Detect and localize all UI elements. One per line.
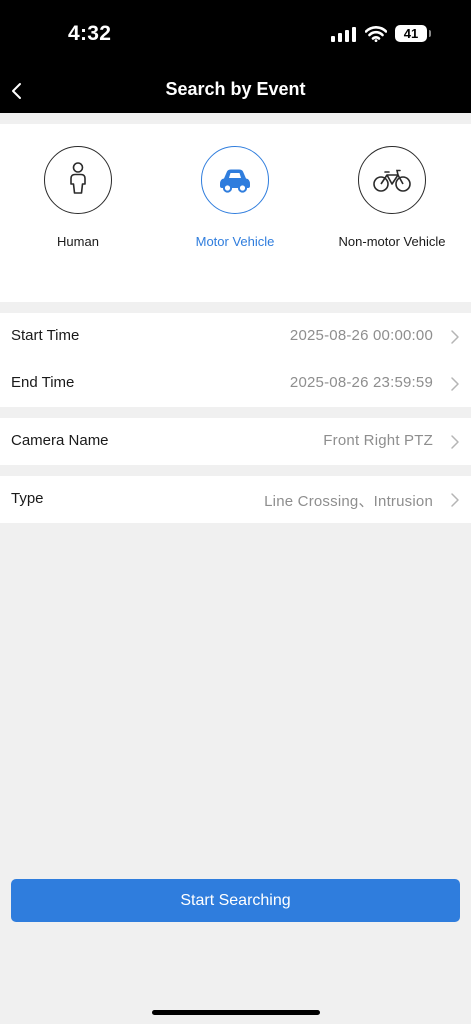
chevron-right-icon [451,435,459,449]
category-non-motor-vehicle-circle [358,146,426,214]
page-title: Search by Event [165,79,306,99]
chevron-right-icon [451,377,459,391]
category-human-label: Human [57,234,99,249]
category-non-motor-vehicle[interactable]: Non-motor Vehicle [312,146,471,249]
bicycle-icon [373,169,411,192]
wifi-icon [365,25,387,42]
camera-name-row[interactable]: Camera Name Front Right PTZ [0,418,471,465]
type-label: Type [11,490,44,507]
event-category-selector: Human Motor Vehicle Non-motor Vehicle [0,124,471,302]
end-time-label: End Time [11,374,75,391]
category-human[interactable]: Human [0,146,158,249]
time-settings-group: Start Time 2025-08-26 00:00:00 End Time … [0,313,471,407]
end-time-value: 2025-08-26 23:59:59 [289,374,433,391]
home-indicator [152,1010,320,1015]
category-human-circle [44,146,112,214]
car-icon [220,169,250,193]
navigation-bar: Search by Event [0,70,471,113]
status-bar: 4:32 41 [0,0,471,70]
category-non-motor-vehicle-label: Non-motor Vehicle [338,234,446,249]
status-icons: 41 [331,25,431,42]
camera-name-value: Front Right PTZ [323,432,433,449]
start-time-row[interactable]: Start Time 2025-08-26 00:00:00 [0,313,471,360]
chevron-right-icon [451,330,459,344]
type-value: Line Crossing、Intrusion [264,493,433,510]
category-motor-vehicle-circle [201,146,269,214]
type-group: Type Line Crossing、Intrusion [0,476,471,523]
end-time-row[interactable]: End Time 2025-08-26 23:59:59 [0,360,471,407]
camera-group: Camera Name Front Right PTZ [0,418,471,465]
type-row[interactable]: Type Line Crossing、Intrusion [0,476,471,523]
start-searching-button[interactable]: Start Searching [11,879,460,922]
category-motor-vehicle-label: Motor Vehicle [195,234,275,249]
category-motor-vehicle[interactable]: Motor Vehicle [155,146,315,249]
chevron-right-icon [451,493,459,507]
cellular-signal-icon [331,26,356,42]
battery-icon: 41 [395,25,431,42]
start-time-value: 2025-08-26 00:00:00 [289,327,433,344]
person-icon [70,162,86,194]
camera-name-label: Camera Name [11,432,109,449]
status-time: 4:32 [68,22,112,45]
start-time-label: Start Time [11,327,80,344]
